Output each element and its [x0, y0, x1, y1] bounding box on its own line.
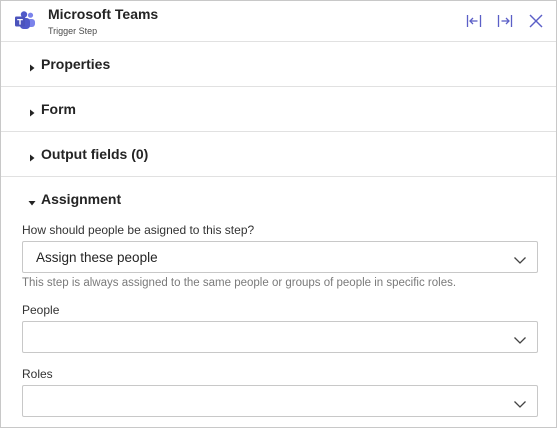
caret-down-icon: [28, 194, 36, 206]
assignment-helper-text: This step is always assigned to the same…: [22, 277, 457, 289]
caret-right-icon: [28, 59, 36, 72]
teams-logo-icon: [14, 11, 36, 31]
section-form[interactable]: Form: [1, 87, 556, 132]
chevron-down-icon: [513, 332, 527, 344]
section-label: Form: [41, 101, 76, 117]
roles-select[interactable]: [22, 385, 538, 417]
expand-right-icon[interactable]: [494, 10, 516, 32]
chevron-down-icon: [513, 396, 527, 408]
chevron-down-icon: [513, 252, 527, 264]
section-label: Output fields (0): [41, 146, 149, 162]
caret-right-icon: [28, 104, 36, 117]
collapse-left-icon[interactable]: [463, 10, 485, 32]
assignment-type-value: Assign these people: [36, 250, 158, 265]
section-label: Properties: [41, 56, 111, 72]
assignment-type-select[interactable]: Assign these people: [22, 241, 538, 273]
panel-title: Microsoft Teams: [48, 6, 159, 22]
panel-subtitle: Trigger Step: [48, 26, 98, 36]
roles-label: Roles: [22, 367, 53, 381]
panel-header: Microsoft Teams Trigger Step: [1, 1, 556, 42]
section-assignment[interactable]: Assignment: [1, 177, 556, 221]
people-select[interactable]: [22, 321, 538, 353]
people-label: People: [22, 303, 60, 317]
section-label: Assignment: [41, 191, 122, 207]
close-icon[interactable]: [525, 10, 547, 32]
assignment-question-label: How should people be asigned to this ste…: [22, 223, 255, 237]
caret-right-icon: [28, 149, 36, 162]
step-panel: Microsoft Teams Trigger Step Properties …: [0, 0, 557, 428]
section-properties[interactable]: Properties: [1, 42, 556, 87]
section-output-fields[interactable]: Output fields (0): [1, 132, 556, 177]
